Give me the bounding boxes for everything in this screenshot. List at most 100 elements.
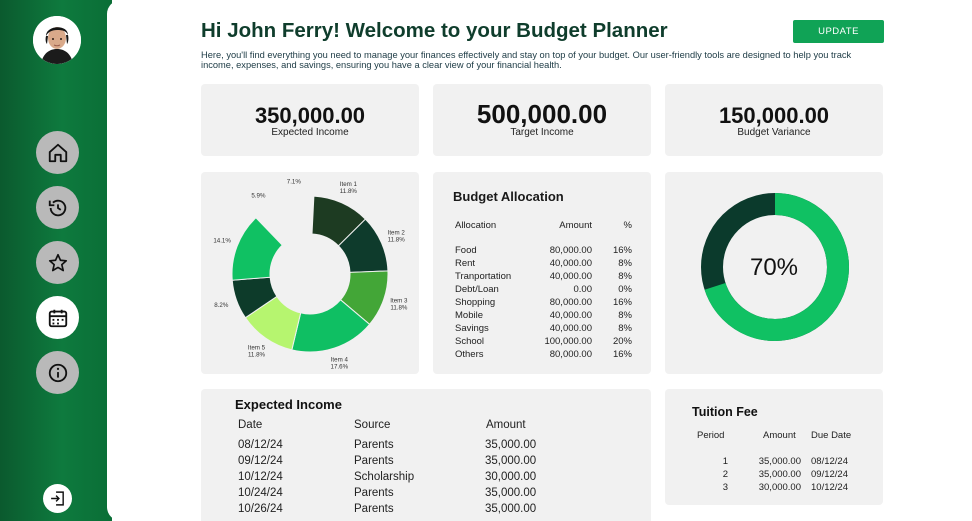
alloc-header-allocation: Allocation (455, 220, 497, 231)
progress-card: 70% (665, 172, 883, 374)
slice-pct-label: 17.6% (331, 363, 349, 370)
page-subtitle: Here, you'll find everything you need to… (201, 50, 852, 70)
expected-income-value: 350,000.00 (254, 103, 366, 128)
income-row: 10/12/24 Scholarship 30,000.00 (201, 471, 651, 487)
slice-label: Item 4 (331, 356, 349, 363)
nav-calendar-button[interactable] (36, 296, 79, 339)
alloc-header-pct: % (623, 220, 632, 231)
tuition-header-period: Period (697, 430, 725, 441)
allocation-name: Mobile (455, 310, 483, 321)
progress-ring: 70% (701, 193, 849, 341)
allocation-amount: 40,000.00 (549, 258, 592, 269)
allocation-pct: 16% (612, 349, 632, 360)
allocation-name: Debt/Loan (455, 284, 499, 295)
expected-income-card: 350,000.00 Expected Income (201, 84, 419, 156)
allocation-amount: 40,000.00 (549, 271, 592, 282)
tuition-period: 3 (722, 482, 728, 493)
tuition-period: 1 (722, 456, 728, 467)
tuition-due-date: 08/12/24 (811, 456, 848, 467)
sidebar (0, 0, 112, 521)
avatar[interactable] (33, 16, 81, 64)
nav-info-button[interactable] (36, 351, 79, 394)
allocation-row: Mobile 40,000.00 8% (433, 310, 651, 323)
expected-income-label: Expected Income (271, 127, 349, 138)
allocation-name: Food (455, 245, 477, 256)
allocation-name: Rent (455, 258, 476, 269)
nav-favorites-button[interactable] (36, 241, 79, 284)
allocation-amount: 100,000.00 (544, 336, 592, 347)
budget-variance-value: 150,000.00 (718, 103, 830, 128)
allocation-row: Others 80,000.00 16% (433, 349, 651, 362)
alloc-header-amount: Amount (559, 220, 592, 231)
calendar-icon (48, 309, 67, 327)
nav-history-button[interactable] (36, 186, 79, 229)
allocation-pct: 16% (612, 245, 632, 256)
allocation-name: Tranportation (455, 271, 512, 282)
slice-label: Item 1 (340, 181, 358, 188)
allocation-amount: 80,000.00 (549, 297, 592, 308)
allocation-pct: 8% (618, 310, 632, 321)
income-row: 08/12/24 Parents 35,000.00 (201, 439, 651, 455)
income-row: 10/24/24 Parents 35,000.00 (201, 487, 651, 503)
slice-label: Item 2 (388, 230, 406, 237)
allocation-pct: 8% (618, 258, 632, 269)
tuition-header-amount: Amount (763, 430, 796, 441)
expected-income-table-title: Expected Income (235, 397, 342, 412)
slice-pct-label: 11.8% (388, 237, 406, 244)
allocation-donut-chart: Item 111.8%Item 211.8%Item 311.8%Item 41… (213, 178, 408, 370)
allocation-row: Tranportation 40,000.00 8% (433, 271, 651, 284)
allocation-name: Others (455, 349, 484, 360)
slice-pct-label: 14.1% (213, 238, 231, 245)
income-header-source: Source (354, 419, 391, 431)
slice-pct-label: 11.8% (248, 351, 266, 358)
allocation-row: Debt/Loan 0.00 0% (433, 284, 651, 297)
slice-pct-label: 8.2% (214, 302, 229, 309)
target-income-value: 500,000.00 (476, 99, 608, 129)
tuition-fee-title: Tuition Fee (692, 405, 758, 419)
target-income-card: 500,000.00 Target Income (433, 84, 651, 156)
tuition-amount: 35,000.00 (758, 456, 801, 467)
slice-pct-label: 5.9% (251, 192, 266, 199)
income-amount: 30,000.00 (485, 471, 537, 483)
slice-pct-label: 11.8% (340, 188, 358, 195)
tuition-period: 2 (722, 469, 728, 480)
income-source: Parents (354, 455, 394, 467)
income-row: 09/12/24 Parents 35,000.00 (201, 455, 651, 471)
page-title: Hi John Ferry! Welcome to your Budget Pl… (201, 19, 668, 42)
income-date: 10/12/24 (238, 471, 283, 483)
income-source: Parents (354, 503, 394, 515)
allocation-chart-card: Item 1 11.8% Item 2 11.8% Item 3 11.8% Item 41… (201, 172, 419, 374)
update-button[interactable]: UPDATE (793, 20, 884, 43)
budget-variance-label: Budget Variance (737, 127, 811, 138)
allocation-row: Shopping 80,000.00 16% (433, 297, 651, 310)
allocation-pct: 0% (618, 284, 632, 295)
income-date: 10/24/24 (238, 487, 283, 499)
target-income-label: Target Income (510, 127, 574, 138)
logout-button[interactable] (43, 484, 72, 513)
slice-pct-label: 7.1% (287, 178, 302, 185)
budget-allocation-title: Budget Allocation (453, 189, 564, 204)
tuition-due-date: 09/12/24 (811, 469, 848, 480)
income-date: 09/12/24 (238, 455, 283, 467)
allocation-name: Savings (455, 323, 489, 334)
nav-home-button[interactable] (36, 131, 79, 174)
allocation-pct: 8% (618, 323, 632, 334)
allocation-name: School (455, 336, 485, 347)
slice-label: Item 3 (390, 298, 408, 305)
expected-income-table-card: Expected Income Date Source Amount 08/12… (201, 389, 651, 521)
progress-label: 70% (750, 254, 798, 281)
tuition-fee-card: Tuition Fee Period Amount Due Date 1 35,0… (665, 389, 883, 505)
income-date: 08/12/24 (238, 439, 283, 451)
slice-label: Item 5 (248, 344, 266, 351)
allocation-row: Rent 40,000.00 8% (433, 258, 651, 271)
allocation-amount: 40,000.00 (549, 323, 592, 334)
allocation-row: Savings 40,000.00 8% (433, 323, 651, 336)
allocation-amount: 40,000.00 (549, 310, 592, 321)
tuition-row: 1 35,000.00 08/12/24 (665, 456, 883, 469)
income-source: Scholarship (354, 471, 415, 483)
history-icon (48, 199, 66, 216)
info-icon (48, 363, 67, 382)
budget-allocation-card: Budget Allocation Allocation Amount % Fo… (433, 172, 651, 374)
income-header-date: Date (238, 419, 263, 431)
allocation-pct: 16% (612, 297, 632, 308)
